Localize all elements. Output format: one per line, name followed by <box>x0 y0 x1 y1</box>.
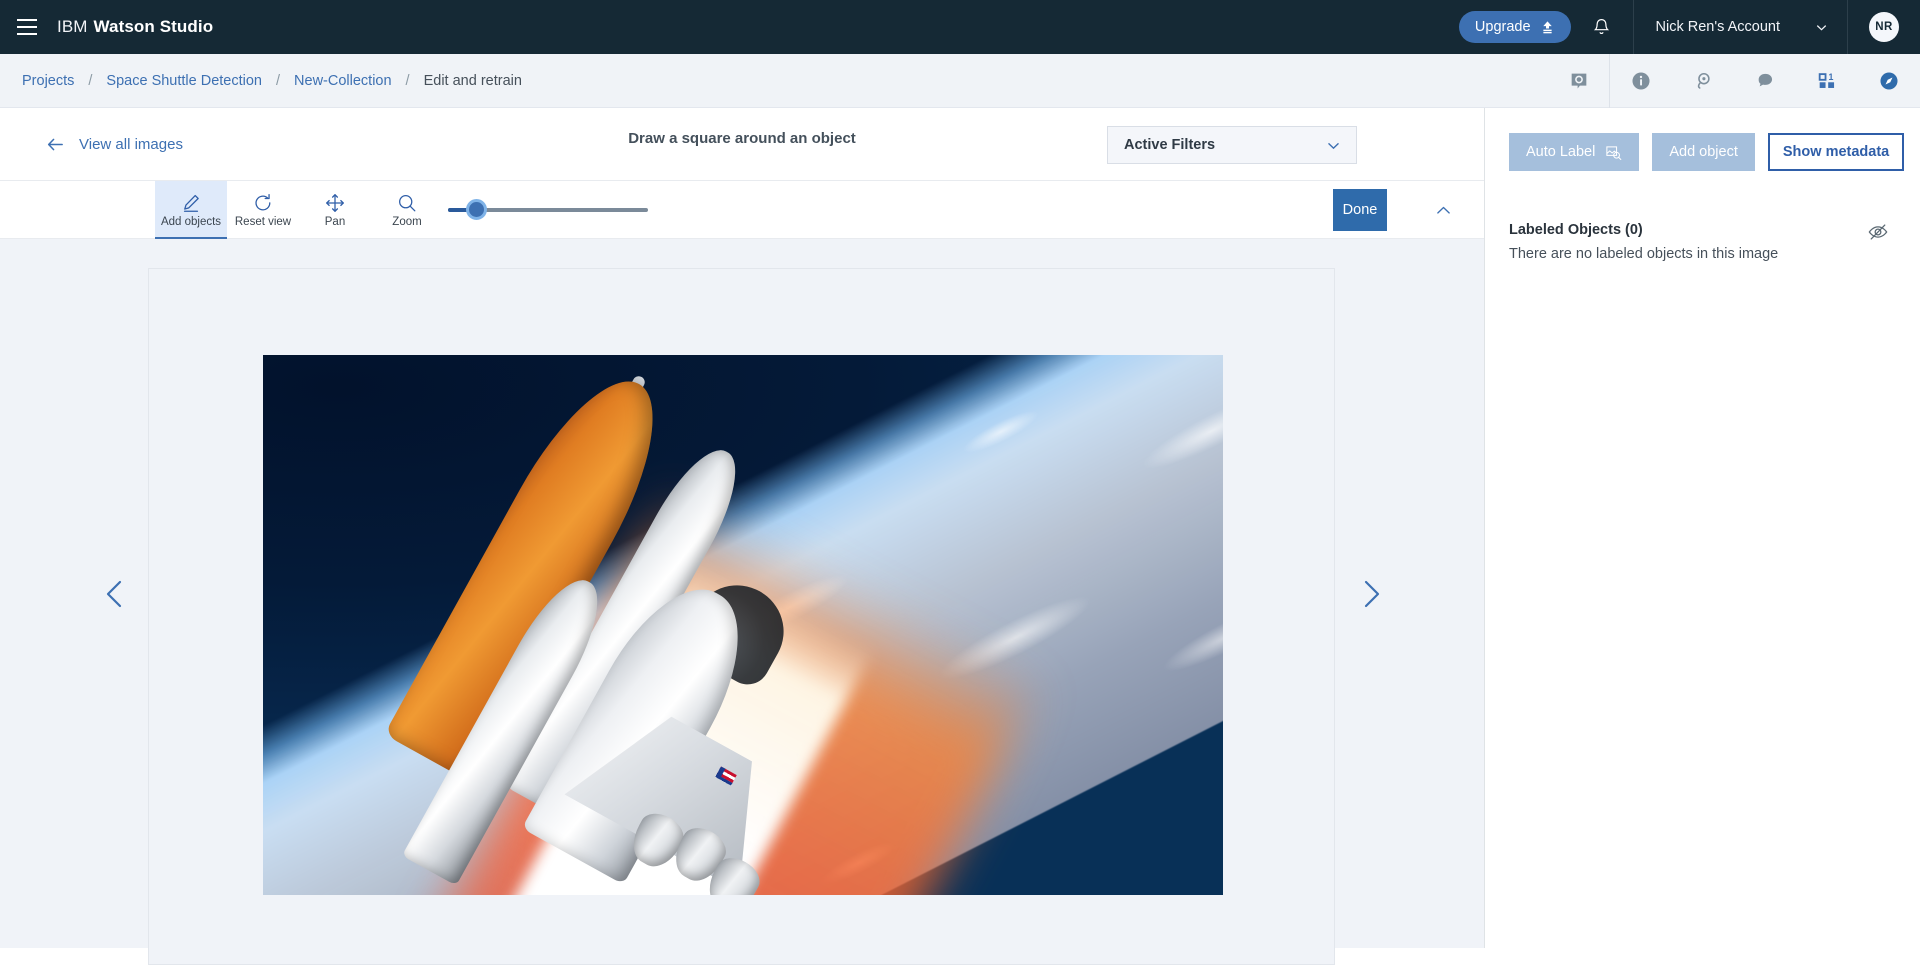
image-canvas-stage <box>0 239 1484 965</box>
brand-product: Watson Studio <box>93 17 214 36</box>
labeled-objects-section: Labeled Objects (0) There are no labeled… <box>1509 222 1897 262</box>
editor-subheader: View all images Draw a square around an … <box>0 108 1484 180</box>
eye-off-icon[interactable] <box>1867 221 1889 243</box>
tool-add-objects-label: Add objects <box>160 215 222 228</box>
breadcrumb-separator: / <box>88 72 93 89</box>
collapse-toolbar-button[interactable] <box>1430 197 1456 223</box>
next-image-button[interactable] <box>1349 572 1393 616</box>
tool-reset-view-label: Reset view <box>234 215 292 228</box>
breadcrumb-separator: / <box>405 72 410 89</box>
tool-zoom-label: Zoom <box>392 215 422 228</box>
zoom-slider-handle[interactable] <box>466 199 487 220</box>
add-object-button[interactable]: Add object <box>1652 133 1755 171</box>
tool-pan-label: Pan <box>324 215 346 228</box>
upgrade-arrow-icon <box>1540 20 1555 35</box>
editor-toolbar: Add objects Reset view Pan Zoom Done <box>0 180 1484 239</box>
labels-panel-actions: Auto Label Add object Show metadata <box>1486 108 1920 171</box>
labels-panel: Auto Label Add object Show metadata Labe… <box>1486 108 1920 948</box>
user-avatar-button[interactable]: NR <box>1848 0 1920 54</box>
find-lasso-icon[interactable] <box>1672 54 1734 108</box>
app-header: IBM Watson Studio Upgrade Nick Ren's Acc… <box>0 0 1920 54</box>
breadcrumb-item-projects[interactable]: Projects <box>22 73 74 89</box>
annotated-image[interactable] <box>263 355 1223 895</box>
tool-zoom[interactable]: Zoom <box>371 181 443 239</box>
zoom-slider-track[interactable] <box>448 199 648 220</box>
show-metadata-button[interactable]: Show metadata <box>1767 133 1905 171</box>
bell-icon <box>1591 17 1612 38</box>
brand-ibm: IBM <box>57 17 88 36</box>
previous-image-button[interactable] <box>93 572 137 616</box>
chat-bubble-icon[interactable] <box>1734 54 1796 108</box>
chevron-right-icon <box>1354 577 1388 611</box>
services-grid-icon[interactable]: 1 <box>1796 54 1858 108</box>
hamburger-menu-icon[interactable] <box>0 0 54 54</box>
navigator-compass-icon[interactable] <box>1858 54 1920 108</box>
tool-group: Add objects Reset view Pan Zoom <box>155 181 443 239</box>
project-tag-icon[interactable] <box>1548 53 1610 108</box>
app-brand: IBM Watson Studio <box>57 17 213 37</box>
avatar: NR <box>1869 12 1899 42</box>
chevron-up-icon <box>1434 201 1453 220</box>
chevron-left-icon <box>98 577 132 611</box>
breadcrumb-item-collection[interactable]: New-Collection <box>294 73 392 89</box>
zoom-slider[interactable] <box>448 181 658 239</box>
active-filters-label: Active Filters <box>1124 137 1216 153</box>
image-label-icon <box>1605 144 1622 161</box>
auto-label-button[interactable]: Auto Label <box>1509 133 1640 171</box>
upgrade-button-label: Upgrade <box>1474 19 1531 35</box>
space-shuttle <box>384 358 904 895</box>
active-filters-dropdown[interactable]: Active Filters <box>1107 126 1357 164</box>
view-all-images-link[interactable]: View all images <box>46 135 183 154</box>
breadcrumb-item-project[interactable]: Space Shuttle Detection <box>106 73 262 89</box>
tool-pan[interactable]: Pan <box>299 181 371 239</box>
breadcrumb: Projects / Space Shuttle Detection / New… <box>22 73 522 89</box>
breadcrumb-item-current: Edit and retrain <box>423 72 522 89</box>
tool-add-objects[interactable]: Add objects <box>155 181 227 239</box>
breadcrumb-toolbar: 1 <box>1548 53 1920 108</box>
image-canvas[interactable] <box>148 268 1335 965</box>
labeled-objects-empty-message: There are no labeled objects in this ima… <box>1509 246 1779 262</box>
upgrade-button[interactable]: Upgrade <box>1458 11 1571 43</box>
tool-reset-view[interactable]: Reset view <box>227 181 299 239</box>
header-right-group: Upgrade Nick Ren's Account NR <box>1458 0 1920 54</box>
breadcrumb-bar: Projects / Space Shuttle Detection / New… <box>0 53 1920 108</box>
account-label: Nick Ren's Account <box>1655 19 1780 35</box>
svg-text:1: 1 <box>1828 72 1833 82</box>
chevron-down-icon <box>1814 20 1829 35</box>
image-editor-pane: View all images Draw a square around an … <box>0 108 1485 965</box>
breadcrumb-separator: / <box>276 72 281 89</box>
notifications-button[interactable] <box>1571 0 1633 54</box>
info-icon[interactable] <box>1610 54 1672 108</box>
done-button[interactable]: Done <box>1333 189 1387 231</box>
auto-label-button-label: Auto Label <box>1526 144 1596 160</box>
add-object-button-label: Add object <box>1669 144 1738 160</box>
chevron-down-icon <box>1325 137 1342 154</box>
arrow-left-icon <box>46 135 65 154</box>
account-switcher[interactable]: Nick Ren's Account <box>1632 0 1848 54</box>
view-all-images-label: View all images <box>79 135 183 153</box>
labeled-objects-title: Labeled Objects (0) <box>1509 222 1643 238</box>
